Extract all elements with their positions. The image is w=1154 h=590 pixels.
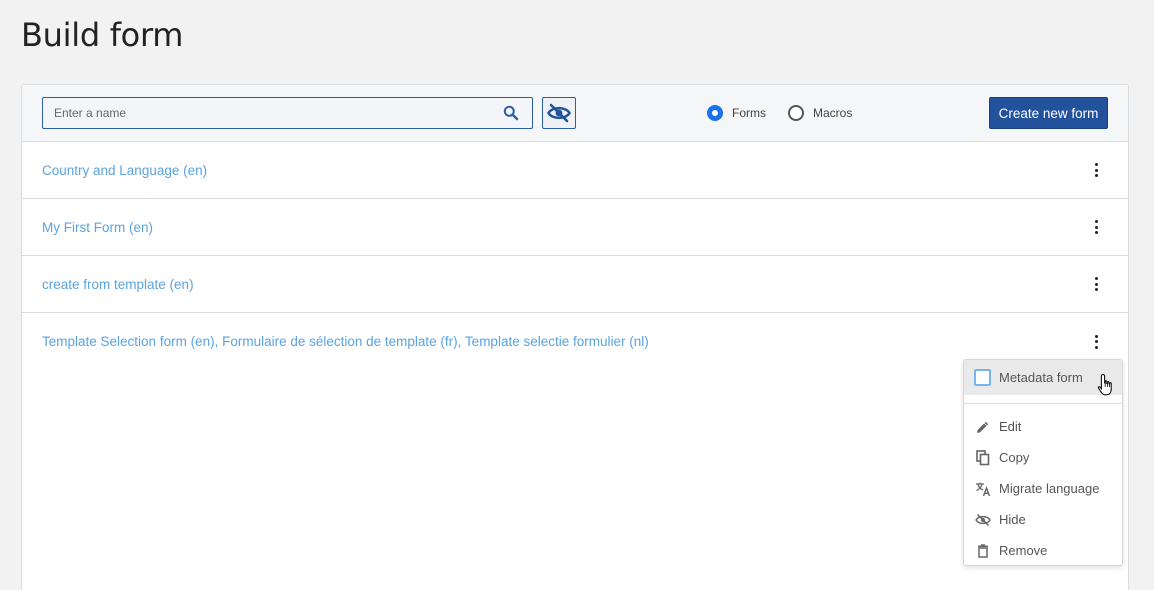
pencil-icon (974, 418, 992, 436)
metadata-checkbox[interactable] (974, 369, 991, 386)
page-title: Build form (21, 16, 184, 54)
menu-item-label: Migrate language (999, 481, 1100, 496)
radio-macros-label: Macros (813, 106, 853, 120)
radio-macros-circle[interactable] (788, 105, 804, 121)
menu-item-edit[interactable]: Edit (964, 411, 1122, 442)
search-box[interactable] (42, 97, 533, 129)
menu-item-copy[interactable]: Copy (964, 442, 1122, 473)
menu-item-migrate-language[interactable]: Migrate language (964, 473, 1122, 504)
form-link[interactable]: My First Form (en) (42, 220, 153, 235)
more-options-icon[interactable] (1090, 162, 1102, 178)
menu-divider (964, 403, 1122, 404)
form-row: My First Form (en) (22, 199, 1128, 256)
form-link[interactable]: create from template (en) (42, 277, 194, 292)
form-row: Country and Language (en) (22, 142, 1128, 199)
menu-item-label: Metadata form (999, 370, 1083, 385)
trash-icon (974, 542, 992, 560)
toolbar: Forms Macros Create new form (22, 85, 1128, 142)
menu-item-label: Hide (999, 512, 1026, 527)
radio-forms[interactable]: Forms (707, 105, 766, 121)
create-new-form-button[interactable]: Create new form (989, 97, 1108, 129)
more-options-icon[interactable] (1090, 276, 1102, 292)
copy-icon (974, 449, 992, 467)
menu-item-hide[interactable]: Hide (964, 504, 1122, 535)
form-row: create from template (en) (22, 256, 1128, 313)
menu-item-label: Copy (999, 450, 1030, 465)
form-context-menu: Metadata form Edit Copy Migrate language… (963, 359, 1123, 566)
menu-item-label: Edit (999, 419, 1022, 434)
hand-cursor-icon (1097, 373, 1112, 396)
search-input[interactable] (43, 98, 496, 128)
radio-forms-circle[interactable] (707, 105, 723, 121)
more-options-icon[interactable] (1090, 334, 1102, 350)
search-icon[interactable] (496, 105, 526, 121)
eye-off-icon (547, 103, 571, 123)
toggle-hidden-button[interactable] (542, 97, 576, 129)
more-options-icon[interactable] (1090, 219, 1102, 235)
radio-macros[interactable]: Macros (788, 105, 852, 121)
menu-item-metadata-form[interactable]: Metadata form (964, 360, 1122, 396)
menu-item-remove[interactable]: Remove (964, 535, 1122, 566)
form-link[interactable]: Template Selection form (en), Formulaire… (42, 334, 649, 349)
menu-item-label: Remove (999, 543, 1048, 558)
radio-forms-label: Forms (732, 106, 766, 120)
form-type-radio-group: Forms Macros (707, 105, 874, 121)
form-link[interactable]: Country and Language (en) (42, 163, 207, 178)
eye-off-icon (974, 511, 992, 529)
translate-icon (974, 480, 992, 498)
